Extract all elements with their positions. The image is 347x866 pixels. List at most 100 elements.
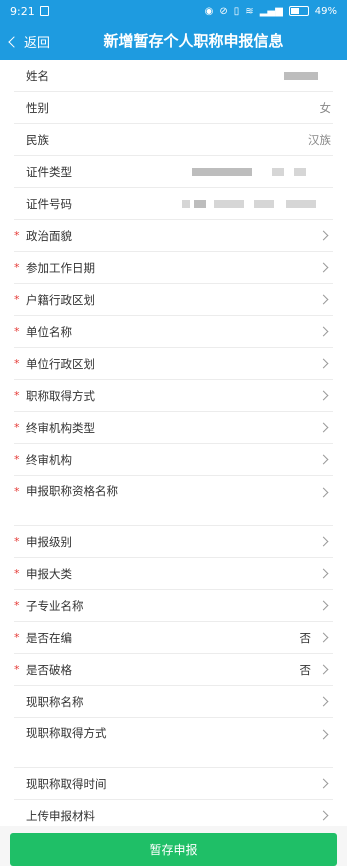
- submit-draft-button[interactable]: 暂存申报: [10, 833, 337, 866]
- wifi-icon: ≋: [245, 5, 254, 17]
- chevron-right-icon: [318, 487, 329, 498]
- form-row-label: 证件号码: [26, 197, 72, 211]
- redacted-value: [182, 200, 190, 208]
- chevron-right-icon: [318, 632, 329, 643]
- chevron-right-icon: [318, 326, 329, 337]
- form-row-label: 政治面貌: [26, 229, 72, 243]
- form-row-current-title-date[interactable]: 现职称取得时间: [14, 768, 333, 800]
- form-row-label: 终审机构类型: [26, 421, 95, 435]
- required-marker: *: [14, 421, 20, 434]
- required-marker: *: [14, 567, 20, 580]
- form-row-label: 户籍行政区划: [26, 293, 95, 307]
- notification-icon: [39, 6, 49, 16]
- battery-icon: [288, 6, 309, 16]
- form-row-household-region[interactable]: * 户籍行政区划: [14, 284, 333, 316]
- form-row-value: 女: [319, 101, 332, 115]
- form-row-label: 证件类型: [26, 165, 72, 179]
- form-row-name: 姓名: [14, 60, 333, 92]
- redacted-value: [272, 168, 284, 176]
- chevron-right-icon: [318, 454, 329, 465]
- chevron-right-icon: [318, 664, 329, 675]
- required-marker: *: [14, 535, 20, 548]
- form-row-work-start-date[interactable]: * 参加工作日期: [14, 252, 333, 284]
- form-row-label: 现职称取得方式: [26, 726, 107, 740]
- form-row-current-title[interactable]: 现职称名称: [14, 686, 333, 718]
- form-row-title-method[interactable]: * 职称取得方式: [14, 380, 333, 412]
- chevron-right-icon: [318, 600, 329, 611]
- chevron-right-icon: [318, 390, 329, 401]
- form-row-value: 否: [299, 663, 312, 677]
- form-row-qualification-name[interactable]: * 申报职称资格名称: [14, 476, 333, 526]
- mute-icon: ⊘: [219, 5, 228, 17]
- chevron-right-icon: [318, 810, 329, 821]
- form-row-label: 申报职称资格名称: [26, 484, 118, 498]
- required-marker: *: [14, 485, 20, 498]
- form-row-label: 现职称名称: [26, 695, 84, 709]
- required-marker: *: [14, 453, 20, 466]
- form-row-employer-region[interactable]: * 单位行政区划: [14, 348, 333, 380]
- page-title: 新增暂存个人职称申报信息: [103, 32, 284, 50]
- chevron-right-icon: [318, 696, 329, 707]
- redacted-value: [214, 200, 244, 208]
- redacted-value: [192, 168, 252, 176]
- form-row-id-number: 证件号码: [14, 188, 333, 220]
- form-row-label: 子专业名称: [26, 599, 84, 613]
- form-row-gender: 性别 女: [14, 92, 333, 124]
- form-row-exceptional[interactable]: * 是否破格 否: [14, 654, 333, 686]
- form-row-review-org[interactable]: * 终审机构: [14, 444, 333, 476]
- chevron-right-icon: [318, 729, 329, 740]
- required-marker: *: [14, 599, 20, 612]
- required-marker: *: [14, 357, 20, 370]
- required-marker: *: [14, 663, 20, 676]
- form-row-label: 申报级别: [26, 535, 72, 549]
- form-row-category[interactable]: * 申报大类: [14, 558, 333, 590]
- redacted-value: [284, 72, 318, 80]
- form-row-id-type: 证件类型: [14, 156, 333, 188]
- redacted-value: [294, 168, 306, 176]
- chevron-right-icon: [318, 262, 329, 273]
- required-marker: *: [14, 229, 20, 242]
- eye-icon: ◉: [204, 5, 214, 17]
- form-row-current-title-method[interactable]: 现职称取得方式: [14, 718, 333, 768]
- form-row-label: 单位名称: [26, 325, 72, 339]
- redacted-value: [194, 200, 206, 208]
- form-list: 姓名 性别 女 民族 汉族 证件类型 证件号码 * 政治面貌 * 参加工作日期 …: [0, 60, 347, 832]
- form-row-label: 是否在编: [26, 631, 72, 645]
- form-row-on-staff[interactable]: * 是否在编 否: [14, 622, 333, 654]
- form-row-ethnicity: 民族 汉族: [14, 124, 333, 156]
- required-marker: *: [14, 261, 20, 274]
- chevron-right-icon: [318, 294, 329, 305]
- form-row-label: 性别: [26, 101, 49, 115]
- form-row-review-org-type[interactable]: * 终审机构类型: [14, 412, 333, 444]
- form-row-value: 否: [299, 631, 312, 645]
- form-row-label: 姓名: [26, 69, 49, 83]
- form-row-employer-name[interactable]: * 单位名称: [14, 316, 333, 348]
- chevron-right-icon: [318, 422, 329, 433]
- form-row-label: 职称取得方式: [26, 389, 95, 403]
- chevron-right-icon: [318, 536, 329, 547]
- chevron-right-icon: [318, 358, 329, 369]
- chevron-right-icon: [318, 778, 329, 789]
- vibrate-icon: ▯: [233, 5, 240, 17]
- form-row-label: 申报大类: [26, 567, 72, 581]
- signal-icon: ▂▄▆: [259, 5, 283, 17]
- required-marker: *: [14, 631, 20, 644]
- battery-percent: 49%: [314, 5, 337, 17]
- form-row-value: 汉族: [308, 133, 331, 147]
- redacted-value: [286, 200, 316, 208]
- form-row-label: 单位行政区划: [26, 357, 95, 371]
- required-marker: *: [14, 325, 20, 338]
- status-bar: 9:21 ◉ ⊘ ▯ ≋ ▂▄▆ 49%: [0, 0, 347, 22]
- form-row-political-status[interactable]: * 政治面貌: [14, 220, 333, 252]
- form-row-label: 参加工作日期: [26, 261, 95, 275]
- form-row-label: 终审机构: [26, 453, 72, 467]
- chevron-right-icon: [318, 568, 329, 579]
- form-row-subspecialty[interactable]: * 子专业名称: [14, 590, 333, 622]
- header: 返回 新增暂存个人职称申报信息: [0, 22, 347, 60]
- form-row-level[interactable]: * 申报级别: [14, 526, 333, 558]
- status-time: 9:21: [10, 4, 35, 18]
- required-marker: *: [14, 293, 20, 306]
- form-row-label: 民族: [26, 133, 49, 147]
- chevron-right-icon: [318, 230, 329, 241]
- form-row-label: 现职称取得时间: [26, 777, 107, 791]
